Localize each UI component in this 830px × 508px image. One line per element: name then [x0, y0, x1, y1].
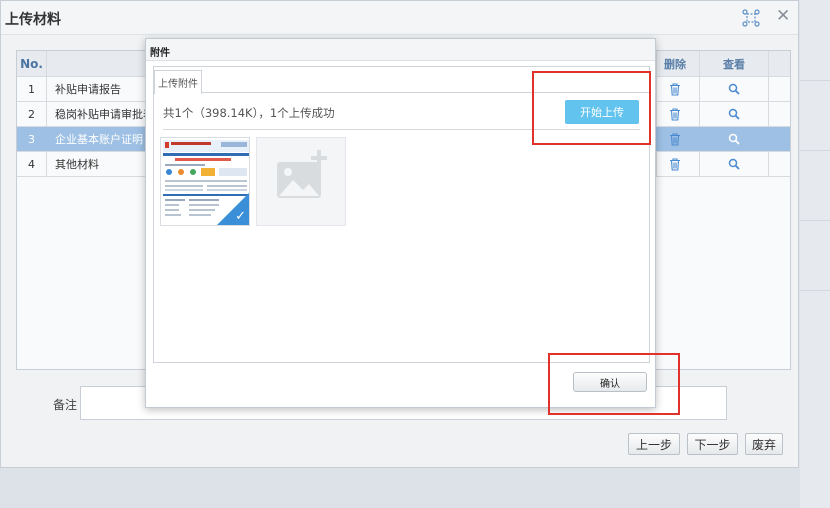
upload-status: 共1个（398.14K），1个上传成功	[163, 106, 335, 120]
remark-label: 备注	[53, 398, 78, 412]
search-icon	[726, 131, 742, 147]
highlight-confirm	[548, 353, 680, 415]
window-title: 上传材料	[5, 12, 61, 28]
right-edge-panel	[800, 0, 830, 508]
window-titlebar: 上传材料 ✕	[1, 1, 798, 35]
delete-button[interactable]	[651, 152, 700, 176]
view-button[interactable]	[700, 77, 769, 101]
tab-upload-attachment[interactable]: 上传附件	[154, 70, 202, 94]
delete-button[interactable]	[651, 127, 700, 151]
delete-button[interactable]	[651, 102, 700, 126]
header-no: No.	[17, 51, 47, 76]
search-icon	[726, 81, 742, 97]
view-button[interactable]	[700, 127, 769, 151]
trash-icon	[667, 81, 683, 97]
row-no: 2	[17, 102, 47, 126]
search-icon	[726, 156, 742, 172]
header-delete: 删除	[651, 51, 700, 76]
fit-screen-icon[interactable]	[742, 9, 760, 27]
dialog-title: 附件	[150, 48, 170, 59]
next-step-button[interactable]: 下一步	[687, 433, 738, 455]
row-no: 1	[17, 77, 47, 101]
dialog-titlebar: 附件	[146, 39, 655, 61]
header-view: 查看	[700, 51, 769, 76]
search-icon	[726, 106, 742, 122]
view-button[interactable]	[700, 102, 769, 126]
prev-step-button[interactable]: 上一步	[628, 433, 680, 455]
close-icon[interactable]: ✕	[776, 7, 790, 25]
row-no: 4	[17, 152, 47, 176]
add-image-icon	[277, 150, 327, 198]
trash-icon	[667, 106, 683, 122]
highlight-start-upload	[532, 71, 651, 145]
row-no: 3	[17, 127, 47, 151]
delete-button[interactable]	[651, 77, 700, 101]
trash-icon	[667, 156, 683, 172]
check-icon: ✓	[235, 209, 246, 224]
uploaded-file-thumbnail[interactable]: ✓	[160, 137, 250, 226]
add-image-placeholder[interactable]	[256, 137, 346, 226]
trash-icon	[667, 131, 683, 147]
discard-button[interactable]: 废弃	[745, 433, 783, 455]
view-button[interactable]	[700, 152, 769, 176]
